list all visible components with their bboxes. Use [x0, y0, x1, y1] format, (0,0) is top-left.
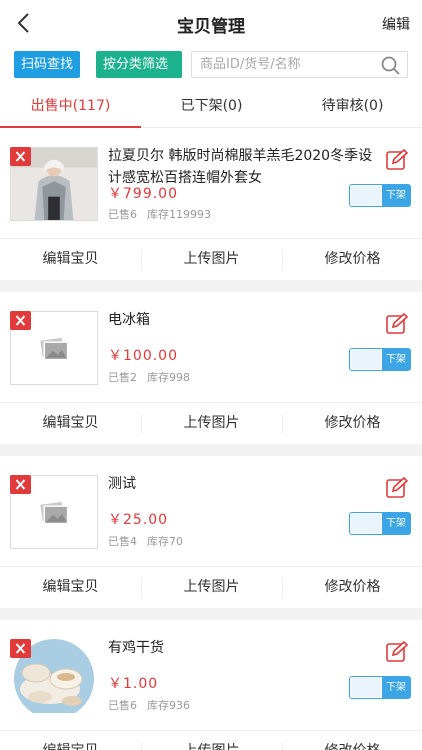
toggle-knob [351, 186, 381, 205]
product-stats: 已售6 库存936 [108, 697, 190, 713]
stock-count: 库存70 [147, 535, 183, 548]
product-title: 电冰箱 [108, 312, 150, 328]
toolbar: 扫码查找 按分类筛选 [0, 46, 422, 86]
product-price: ￥799.00 [108, 186, 178, 202]
sold-count: 已售6 [108, 208, 137, 221]
category-filter-button[interactable]: 按分类筛选 [96, 51, 182, 78]
sold-count: 已售6 [108, 699, 137, 712]
upload-image-button[interactable]: 上传图片 [141, 403, 282, 445]
delete-icon[interactable] [10, 639, 31, 658]
edit-icon[interactable] [385, 477, 409, 499]
sold-count: 已售2 [108, 371, 137, 384]
sold-count: 已售4 [108, 535, 137, 548]
product-stats: 已售2 库存998 [108, 369, 190, 385]
upload-image-button[interactable]: 上传图片 [141, 567, 282, 609]
upload-image-button[interactable]: 上传图片 [141, 239, 282, 281]
card-actions: 编辑宝贝 上传图片 修改价格 [0, 402, 422, 444]
change-price-button[interactable]: 修改价格 [282, 731, 422, 750]
status-tabs: 出售中(117) 已下架(0) 待审核(0) [0, 86, 422, 128]
product-stats: 已售6 库存119993 [108, 206, 211, 222]
top-bar: 宝贝管理 编辑 [0, 0, 422, 46]
delete-icon[interactable] [10, 311, 31, 330]
product-title: 测试 [108, 476, 136, 492]
product-card: 测试 ￥25.00 已售4 库存70 下架 编辑宝贝 上传图片 修改价格 [0, 456, 422, 608]
edit-button[interactable]: 编辑 [382, 14, 410, 34]
card-actions: 编辑宝贝 上传图片 修改价格 [0, 730, 422, 750]
edit-icon[interactable] [385, 149, 409, 171]
product-card: 拉夏贝尔 韩版时尚棉服羊羔毛2020冬季设计感宽松百搭连帽外套女 ￥799.00… [0, 128, 422, 280]
product-price: ￥1.00 [108, 676, 159, 692]
card-actions: 编辑宝贝 上传图片 修改价格 [0, 566, 422, 608]
tab-delisted[interactable]: 已下架(0) [141, 86, 282, 128]
delist-toggle[interactable]: 下架 [349, 512, 411, 535]
product-stats: 已售4 库存70 [108, 533, 183, 549]
edit-product-button[interactable]: 编辑宝贝 [0, 403, 141, 445]
search-box [191, 51, 408, 78]
delist-toggle[interactable]: 下架 [349, 676, 411, 699]
tab-on-sale[interactable]: 出售中(117) [0, 86, 141, 128]
delist-toggle[interactable]: 下架 [349, 348, 411, 371]
product-card: 电冰箱 ￥100.00 已售2 库存998 下架 编辑宝贝 上传图片 修改价格 [0, 292, 422, 444]
toggle-knob [351, 350, 381, 369]
stock-count: 库存936 [147, 699, 190, 712]
change-price-button[interactable]: 修改价格 [282, 239, 422, 281]
search-icon[interactable] [380, 55, 401, 76]
delete-icon[interactable] [10, 475, 31, 494]
product-price: ￥100.00 [108, 348, 178, 364]
toggle-label: 下架 [382, 185, 410, 206]
product-title: 有鸡干货 [108, 640, 164, 656]
product-card: 有鸡干货 ￥1.00 已售6 库存936 下架 编辑宝贝 上传图片 修改价格 [0, 620, 422, 750]
toggle-label: 下架 [382, 677, 410, 698]
edit-product-button[interactable]: 编辑宝贝 [0, 239, 141, 281]
scan-search-button[interactable]: 扫码查找 [14, 51, 81, 78]
edit-product-button[interactable]: 编辑宝贝 [0, 731, 141, 750]
change-price-button[interactable]: 修改价格 [282, 403, 422, 445]
upload-image-button[interactable]: 上传图片 [141, 731, 282, 750]
edit-icon[interactable] [385, 313, 409, 335]
toggle-label: 下架 [382, 349, 410, 370]
delete-icon[interactable] [10, 147, 31, 166]
toggle-knob [351, 678, 381, 697]
edit-icon[interactable] [385, 641, 409, 663]
search-input[interactable] [200, 54, 368, 75]
toggle-knob [351, 514, 381, 533]
toggle-label: 下架 [382, 513, 410, 534]
card-actions: 编辑宝贝 上传图片 修改价格 [0, 238, 422, 280]
edit-product-button[interactable]: 编辑宝贝 [0, 567, 141, 609]
change-price-button[interactable]: 修改价格 [282, 567, 422, 609]
product-price: ￥25.00 [108, 512, 169, 528]
stock-count: 库存119993 [147, 208, 211, 221]
tab-pending-review[interactable]: 待审核(0) [282, 86, 422, 128]
delist-toggle[interactable]: 下架 [349, 184, 411, 207]
stock-count: 库存998 [147, 371, 190, 384]
page-title: 宝贝管理 [177, 17, 245, 37]
